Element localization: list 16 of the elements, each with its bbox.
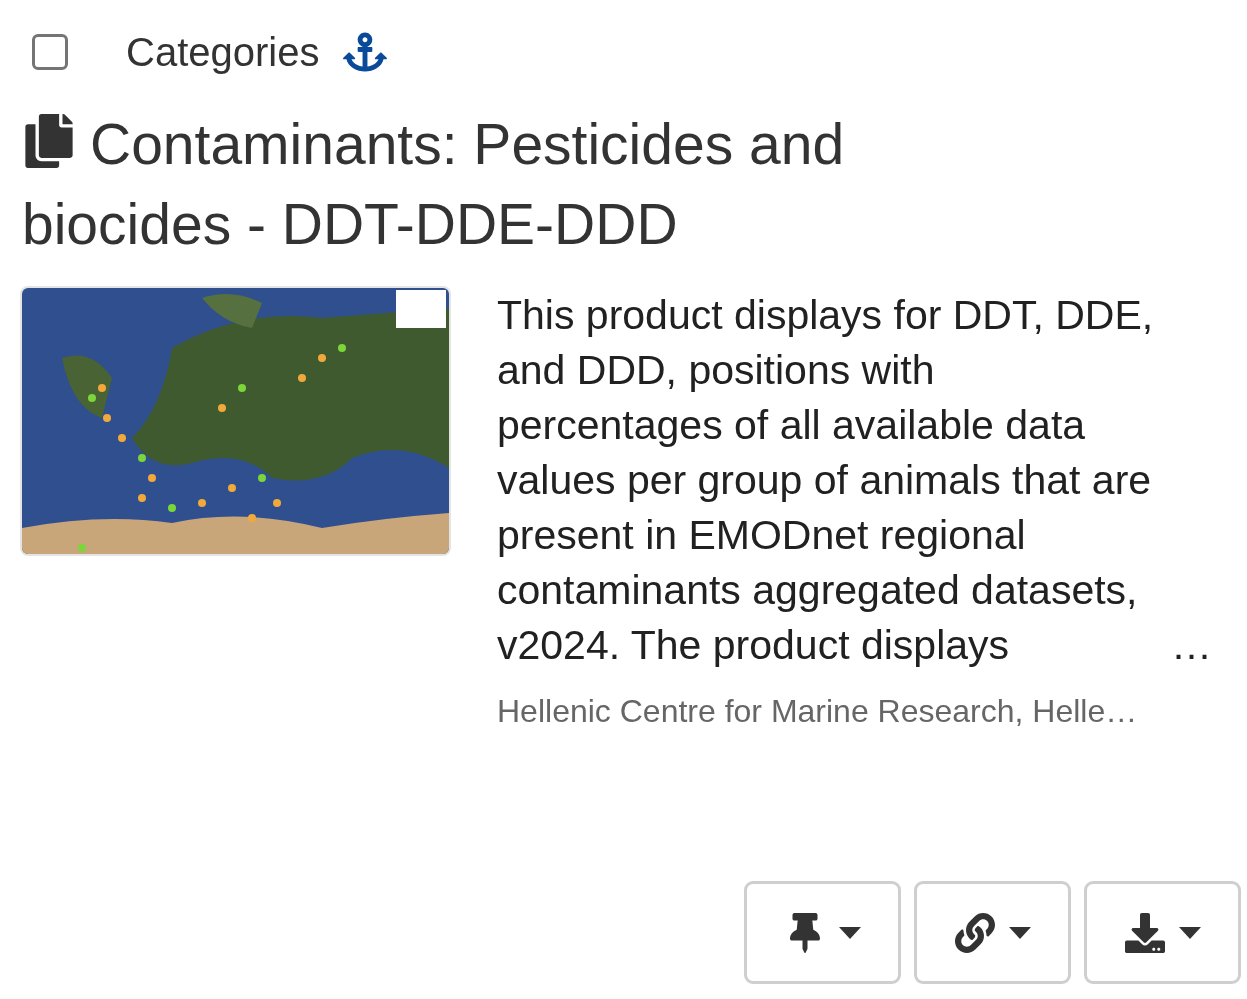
caret-icon	[1178, 926, 1201, 939]
caret-icon	[838, 926, 861, 939]
link-icon	[954, 912, 995, 953]
caret-icon	[1008, 926, 1031, 939]
anchor-icon	[343, 30, 388, 74]
copy-icon	[22, 114, 76, 168]
download-button[interactable]	[1084, 881, 1241, 984]
product-description: This product displays for DDT, DDE, and DDD, positions with percentages of all available data values per group of animals that are present in EMODnet regional contaminants aggregated datasets, v2024. The product displays	[497, 291, 1155, 670]
author-text: Hellenic Centre for Marine Research, Helle…	[497, 693, 1139, 730]
categories-label: Categories	[126, 29, 320, 75]
ellipsis-text: …	[1171, 621, 1212, 670]
product-title: Contaminants: Pesticides and biocides - DDT-DDE-DDD	[22, 111, 846, 258]
checkbox[interactable]	[32, 34, 68, 70]
link-button[interactable]	[914, 881, 1071, 984]
download-icon	[1124, 912, 1165, 953]
pin-button[interactable]	[744, 881, 901, 984]
